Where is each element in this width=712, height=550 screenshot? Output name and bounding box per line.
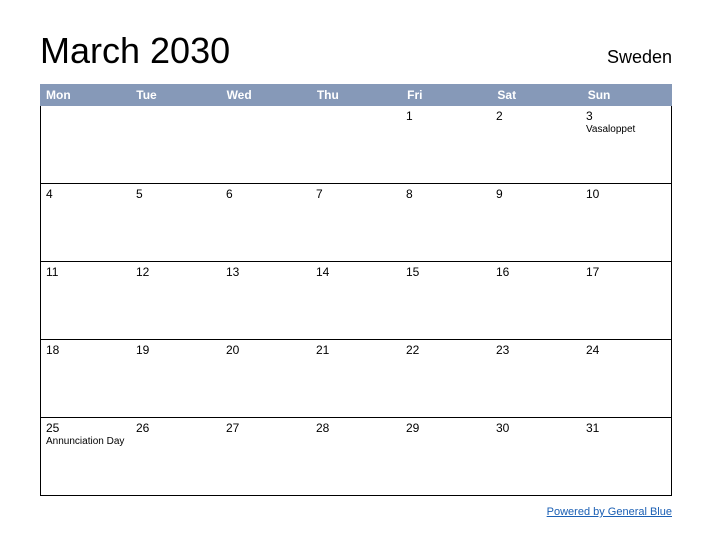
- day-cell: 27: [221, 418, 311, 495]
- week-row: 18 19 20 21 22 23 24: [40, 340, 672, 418]
- day-number: 20: [226, 343, 306, 357]
- day-header-sun: Sun: [582, 84, 672, 106]
- country-label: Sweden: [607, 47, 672, 72]
- day-cell: 11: [41, 262, 131, 339]
- day-number: 11: [46, 265, 126, 279]
- day-cell: 16: [491, 262, 581, 339]
- day-header-mon: Mon: [40, 84, 130, 106]
- day-cell: 6: [221, 184, 311, 261]
- day-cell: 12: [131, 262, 221, 339]
- day-cell: 5: [131, 184, 221, 261]
- day-number: 8: [406, 187, 486, 201]
- day-cell: 13: [221, 262, 311, 339]
- day-number: 7: [316, 187, 396, 201]
- day-cell: 2: [491, 106, 581, 183]
- day-number: 28: [316, 421, 396, 435]
- day-number: 2: [496, 109, 576, 123]
- day-cell: 4: [41, 184, 131, 261]
- day-number: 18: [46, 343, 126, 357]
- day-number: 29: [406, 421, 486, 435]
- day-cell: 29: [401, 418, 491, 495]
- day-number: 9: [496, 187, 576, 201]
- day-number: 24: [586, 343, 666, 357]
- day-number: 12: [136, 265, 216, 279]
- day-number: 6: [226, 187, 306, 201]
- day-number: 10: [586, 187, 666, 201]
- day-cell: 26: [131, 418, 221, 495]
- calendar-header: March 2030 Sweden: [40, 30, 672, 72]
- day-cell: 17: [581, 262, 671, 339]
- day-number: 5: [136, 187, 216, 201]
- day-cell: 20: [221, 340, 311, 417]
- day-cell: 18: [41, 340, 131, 417]
- day-cell: 31: [581, 418, 671, 495]
- day-cell: 25 Annunciation Day: [41, 418, 131, 495]
- day-cell: [311, 106, 401, 183]
- day-cell: 30: [491, 418, 581, 495]
- day-cell: 23: [491, 340, 581, 417]
- day-number: 23: [496, 343, 576, 357]
- day-number: 17: [586, 265, 666, 279]
- day-number: 27: [226, 421, 306, 435]
- day-event: Vasaloppet: [586, 124, 666, 135]
- day-header-wed: Wed: [221, 84, 311, 106]
- day-header-sat: Sat: [491, 84, 581, 106]
- day-number: 14: [316, 265, 396, 279]
- day-cell: 7: [311, 184, 401, 261]
- day-cell: 8: [401, 184, 491, 261]
- week-row: 1 2 3 Vasaloppet: [40, 106, 672, 184]
- day-number: 31: [586, 421, 666, 435]
- calendar-grid: Mon Tue Wed Thu Fri Sat Sun 1 2: [40, 84, 672, 496]
- day-number: 30: [496, 421, 576, 435]
- day-cell: 3 Vasaloppet: [581, 106, 671, 183]
- day-header-thu: Thu: [311, 84, 401, 106]
- week-row: 25 Annunciation Day 26 27 28 29 30 31: [40, 418, 672, 496]
- day-header-tue: Tue: [130, 84, 220, 106]
- powered-by-link[interactable]: Powered by General Blue: [547, 506, 672, 518]
- day-header-fri: Fri: [401, 84, 491, 106]
- day-cell: 19: [131, 340, 221, 417]
- day-cell: [221, 106, 311, 183]
- day-number: 22: [406, 343, 486, 357]
- day-number: 26: [136, 421, 216, 435]
- day-number: 25: [46, 421, 126, 435]
- calendar-title: March 2030: [40, 30, 230, 72]
- day-number: 21: [316, 343, 396, 357]
- day-number: 3: [586, 109, 666, 123]
- day-cell: 15: [401, 262, 491, 339]
- week-row: 11 12 13 14 15 16 17: [40, 262, 672, 340]
- day-cell: [131, 106, 221, 183]
- day-cell: 9: [491, 184, 581, 261]
- day-cell: 24: [581, 340, 671, 417]
- day-cell: [41, 106, 131, 183]
- day-number: 4: [46, 187, 126, 201]
- day-cell: 10: [581, 184, 671, 261]
- day-number: 13: [226, 265, 306, 279]
- day-event: Annunciation Day: [46, 436, 126, 447]
- week-row: 4 5 6 7 8 9 10: [40, 184, 672, 262]
- day-cell: 1: [401, 106, 491, 183]
- day-cell: 28: [311, 418, 401, 495]
- day-number: 15: [406, 265, 486, 279]
- footer: Powered by General Blue: [40, 502, 672, 520]
- day-cell: 21: [311, 340, 401, 417]
- day-header-row: Mon Tue Wed Thu Fri Sat Sun: [40, 84, 672, 106]
- day-cell: 22: [401, 340, 491, 417]
- day-number: 1: [406, 109, 486, 123]
- day-cell: 14: [311, 262, 401, 339]
- day-number: 16: [496, 265, 576, 279]
- day-number: 19: [136, 343, 216, 357]
